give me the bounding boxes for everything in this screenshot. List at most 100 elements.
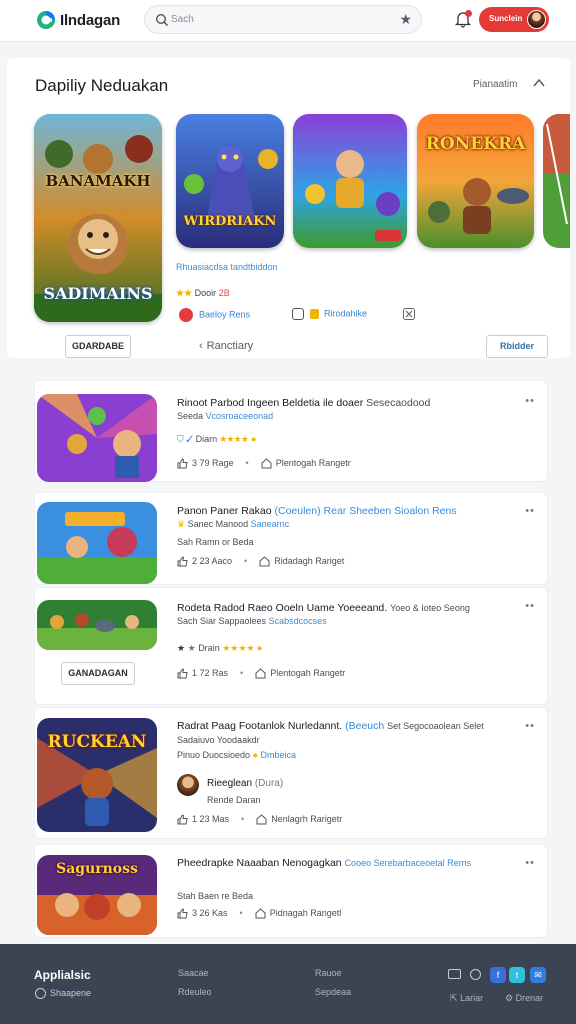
item-sub-b: Dmbeica xyxy=(260,750,297,760)
rating-label: Drain xyxy=(198,643,220,653)
footer-link[interactable]: Sepdeaa xyxy=(315,987,351,997)
item-sub-a: Pinuo Duocsioedo xyxy=(177,750,251,760)
download-button[interactable]: GANADAGAN xyxy=(61,662,135,685)
tag-chip[interactable]: Rirodahike xyxy=(292,308,367,320)
more-options-icon[interactable]: •• xyxy=(525,720,535,732)
download-button[interactable]: GDARDABE xyxy=(65,335,131,358)
list-item[interactable]: Rinoot Parbod Ingeen Beldetia ile doaer … xyxy=(34,380,548,482)
featured-section: Dapiliy Neduakan Pianaatim BANAMAKH SADI… xyxy=(7,58,570,358)
chip-label: Rirodahike xyxy=(324,308,368,319)
footer-link[interactable]: Rauoe xyxy=(315,968,342,978)
featured-game-tile[interactable]: BANAMAKH SADIMAINS xyxy=(34,114,162,322)
check-icon: ✓ xyxy=(186,434,194,444)
game-thumbnail[interactable] xyxy=(37,394,157,482)
controller-icon xyxy=(292,308,304,320)
thumbs-up-icon[interactable] xyxy=(177,458,188,469)
game-thumbnail[interactable]: Sagurnoss xyxy=(37,855,157,935)
search-input[interactable]: Sach ★ xyxy=(144,5,422,34)
category-label[interactable]: Ridadagh Rariget xyxy=(274,556,344,566)
category-label[interactable]: Plentogah Rangetr xyxy=(270,668,345,678)
item-title[interactable]: Panon Paner Rakao (Coeulen) Rear Sheeben… xyxy=(177,505,457,517)
search-placeholder: Sach xyxy=(171,14,194,25)
game-thumbnail[interactable] xyxy=(37,502,157,584)
next-button[interactable]: Rbidder xyxy=(486,335,548,358)
footer-link[interactable]: Saacae xyxy=(178,968,209,978)
more-options-icon[interactable]: •• xyxy=(525,505,535,517)
item-title[interactable]: Rodeta Radod Raeo Ooeln Uame Yoeeeand. Y… xyxy=(177,602,470,614)
thumbs-up-icon[interactable] xyxy=(177,814,188,825)
item-title[interactable]: Pheedrapke Naaaban Nenogagkan Cooeo Sere… xyxy=(177,857,471,869)
emoji-icon: ● xyxy=(257,643,263,653)
item-subline: Sadaiuvo Yoodaakdr xyxy=(177,735,260,745)
item-subline-2: Sah Ramn or Beda xyxy=(177,537,254,547)
chat-icon[interactable] xyxy=(448,969,461,979)
favorite-star-icon[interactable]: ★ xyxy=(399,11,412,28)
footer-brand[interactable]: Applialsic xyxy=(34,968,91,982)
lang-label: Drenar xyxy=(515,993,544,1003)
footer-language-link[interactable]: ⇱ Lariar xyxy=(450,993,483,1004)
featured-rating: ★★ Dooir 2B xyxy=(176,288,230,299)
featured-game-tile[interactable] xyxy=(543,114,570,248)
featured-game-tile[interactable] xyxy=(293,114,407,248)
mail-icon[interactable]: ✉ xyxy=(530,967,546,983)
app-name[interactable]: Ilndagan xyxy=(60,12,120,29)
like-count: 1 72 Ras xyxy=(192,668,229,678)
item-meta: 3 79 Rage • Plentogah Rangetr xyxy=(177,458,351,469)
view-all-link[interactable]: Pianaatim xyxy=(473,79,517,90)
thumbs-up-icon[interactable] xyxy=(177,556,188,567)
item-title-text: Rinoot Parbod Ingeen Beldetia ile doaer xyxy=(177,397,364,409)
footer-link[interactable]: Rdeuleo xyxy=(178,987,212,997)
tile-title: RUCKEAN xyxy=(47,732,147,752)
list-item[interactable]: RUCKEAN Radrat Paag Footanlok Nurledannt… xyxy=(34,707,548,839)
thumbs-up-icon[interactable] xyxy=(177,908,188,919)
pager[interactable]: ‹ Ranctiary xyxy=(199,340,253,352)
chevron-left-icon[interactable]: ‹ xyxy=(199,340,203,352)
rating-label: Diarn xyxy=(195,434,218,444)
list-item[interactable]: Panon Paner Rakao (Coeulen) Rear Sheeben… xyxy=(34,492,548,585)
badge-icon xyxy=(310,309,319,319)
item-title-tail: Set Segocoaolean Selet xyxy=(387,721,484,731)
item-title-tail: Yoeo & Ioteo Seong xyxy=(390,603,470,613)
like-count: 3 79 Rage xyxy=(192,458,234,468)
item-meta: 2 23 Aaco • Ridadagh Rariget xyxy=(177,556,344,567)
star-icon: ★ xyxy=(187,643,196,653)
more-options-icon[interactable]: •• xyxy=(525,600,535,612)
featured-game-tile[interactable]: WIRDRIAKN xyxy=(176,114,284,248)
item-title[interactable]: Rinoot Parbod Ingeen Beldetia ile doaer … xyxy=(177,397,430,409)
footer-sub[interactable]: Shaapene xyxy=(50,988,91,998)
category-label[interactable]: Plentogah Rangetr xyxy=(276,458,351,468)
emoji-icon: ● xyxy=(250,434,257,444)
more-options-icon[interactable]: •• xyxy=(525,857,535,869)
twitter-icon[interactable]: t xyxy=(509,967,525,983)
separator-dot: • xyxy=(245,458,249,468)
record-icon xyxy=(179,308,193,322)
profile-button[interactable]: Sunclein xyxy=(479,7,549,32)
like-count: 3 26 Kas xyxy=(192,908,228,918)
more-options-icon[interactable]: •• xyxy=(525,395,535,407)
item-title-text: Radrat Paag Footanlok Nurledannt. xyxy=(177,720,343,732)
avatar[interactable] xyxy=(177,774,199,796)
game-thumbnail[interactable] xyxy=(37,600,157,650)
author-label: Rieeglean xyxy=(207,778,253,789)
tag-chip[interactable]: Baeloy Rens xyxy=(179,308,250,322)
author-name[interactable]: Rieeglean (Dura) xyxy=(207,778,283,789)
category-label[interactable]: Pidnagah Rangetl xyxy=(270,908,342,918)
shield-icon: ⛉ xyxy=(177,434,184,444)
category-label[interactable]: Nenlagrh Rarigetr xyxy=(271,814,342,824)
app-logo-icon[interactable] xyxy=(36,10,56,30)
rating-stars: ★★ xyxy=(176,288,193,298)
pager-label: Ranctiary xyxy=(206,340,254,352)
facebook-icon[interactable]: f xyxy=(490,967,506,983)
thumbs-up-icon[interactable] xyxy=(177,668,188,679)
game-thumbnail[interactable]: RUCKEAN xyxy=(37,718,157,832)
footer-region-link[interactable]: ⚙ Drenar xyxy=(505,993,543,1004)
featured-game-tile[interactable]: RONEKRA xyxy=(417,114,534,248)
rating-label: Dooir xyxy=(194,288,217,298)
list-item[interactable]: Rodeta Radod Raeo Ooeln Uame Yoeeeand. Y… xyxy=(34,587,548,705)
close-icon[interactable] xyxy=(403,308,415,320)
chevron-up-icon[interactable] xyxy=(533,78,545,88)
rating-stars: ★★★★ xyxy=(222,643,255,653)
item-title[interactable]: Radrat Paag Footanlok Nurledannt. (Beeuc… xyxy=(177,720,484,732)
list-item[interactable]: Sagurnoss Pheedrapke Naaaban Nenogagkan … xyxy=(34,844,548,938)
link-icon[interactable] xyxy=(470,969,481,980)
